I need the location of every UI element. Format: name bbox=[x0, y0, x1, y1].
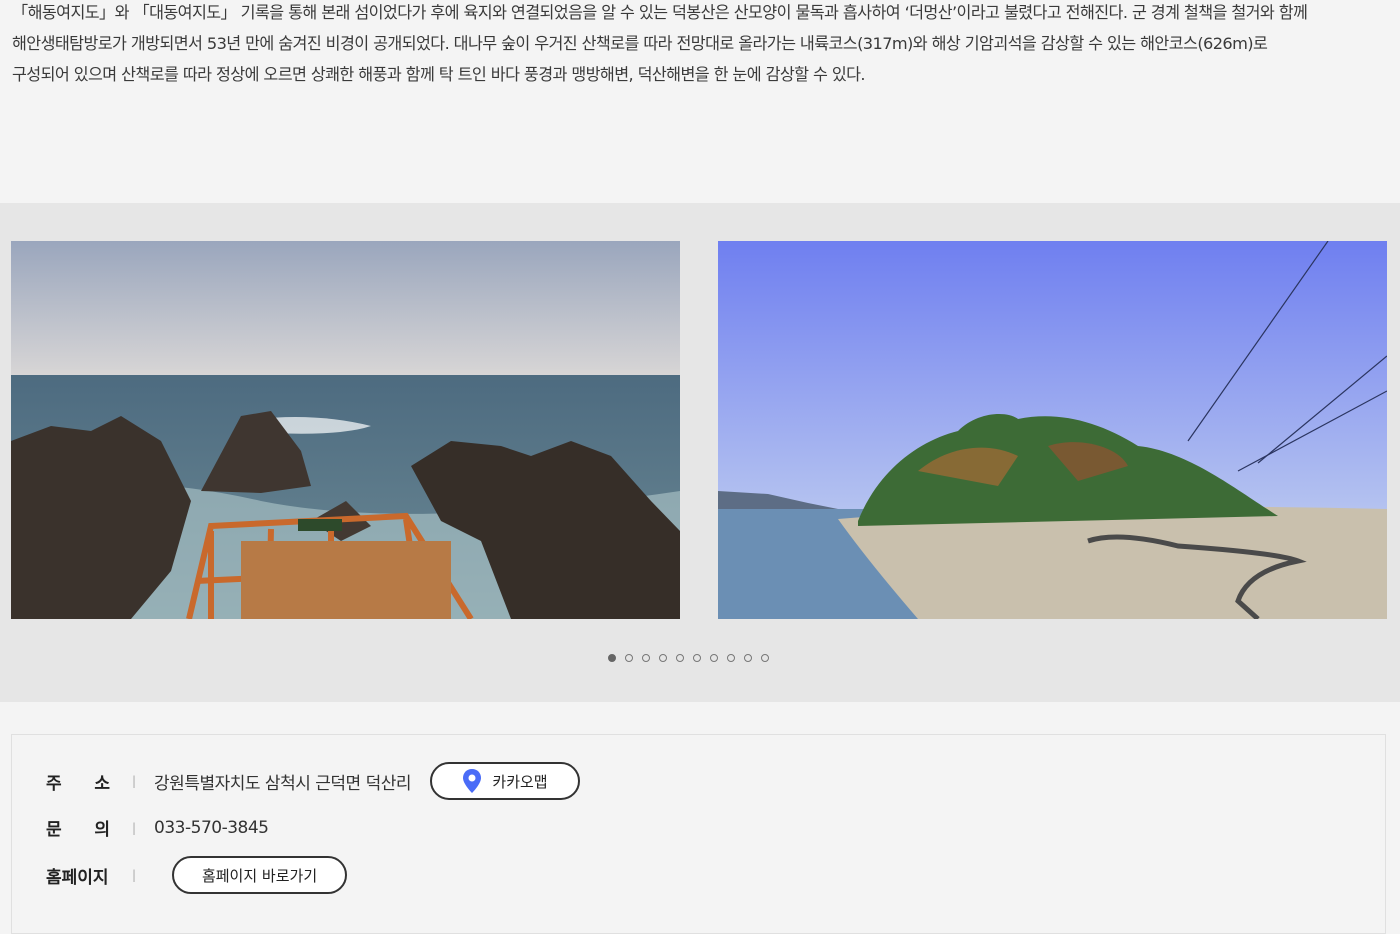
intro-line-2: 해안생태탐방로가 개방되면서 53년 만에 숨겨진 비경이 공개되었다. 대나무… bbox=[12, 34, 1268, 53]
label-separator: | bbox=[132, 868, 137, 882]
gallery-dot-10[interactable] bbox=[761, 654, 769, 662]
photo-gallery bbox=[0, 203, 1400, 702]
gallery-pagination bbox=[608, 654, 769, 662]
intro-line-3: 구성되어 있으며 산책로를 따라 정상에 오르면 상쾌한 해풍과 함께 탁 트인… bbox=[12, 65, 866, 84]
homepage-row: 홈페이지 | 홈페이지 바로가기 bbox=[46, 856, 348, 894]
label-separator: | bbox=[132, 820, 137, 835]
gallery-dot-5[interactable] bbox=[676, 654, 684, 662]
contact-row: 문 의 | 033-570-3845 bbox=[46, 815, 269, 841]
gallery-dot-7[interactable] bbox=[710, 654, 718, 662]
address-value: 강원특별자치도 삼척시 근덕면 덕산리 bbox=[154, 773, 411, 794]
map-pin-icon bbox=[463, 769, 482, 793]
gallery-dot-1[interactable] bbox=[608, 654, 616, 662]
gallery-dot-3[interactable] bbox=[642, 654, 650, 662]
intro-description: 「해동여지도」와 「대동여지도」 기록을 통해 본래 섬이었다가 후에 육지와 … bbox=[12, 0, 1388, 90]
address-label: 주 소 bbox=[46, 769, 110, 794]
gallery-slide-deokbongsan-island[interactable] bbox=[718, 241, 1387, 619]
kakao-map-button-label: 카카오맵 bbox=[492, 772, 548, 791]
gallery-dot-8[interactable] bbox=[727, 654, 735, 662]
homepage-link-button-label: 홈페이지 바로가기 bbox=[201, 866, 318, 885]
gallery-dot-6[interactable] bbox=[693, 654, 701, 662]
info-panel: 주 소 | 강원특별자치도 삼척시 근덕면 덕산리 카카오맵 문 의 | 033… bbox=[11, 734, 1386, 934]
homepage-label: 홈페이지 bbox=[46, 863, 110, 888]
gallery-dot-9[interactable] bbox=[744, 654, 752, 662]
gallery-dot-2[interactable] bbox=[625, 654, 633, 662]
intro-section: 「해동여지도」와 「대동여지도」 기록을 통해 본래 섬이었다가 후에 육지와 … bbox=[0, 0, 1400, 203]
address-label-part-1: 주 bbox=[46, 773, 62, 794]
intro-line-1: 「해동여지도」와 「대동여지도」 기록을 통해 본래 섬이었다가 후에 육지와 … bbox=[12, 3, 1308, 22]
coast-observation-deck-image bbox=[11, 241, 680, 619]
deokbongsan-beach-image bbox=[718, 241, 1387, 619]
address-row: 주 소 | 강원특별자치도 삼척시 근덕면 덕산리 카카오맵 bbox=[46, 762, 580, 800]
homepage-link-button[interactable]: 홈페이지 바로가기 bbox=[172, 856, 348, 894]
gallery-slide-rocky-coast[interactable] bbox=[11, 241, 680, 619]
contact-label: 문 의 bbox=[46, 815, 110, 840]
label-separator: | bbox=[132, 774, 137, 788]
homepage-label-text: 홈페이지 bbox=[46, 867, 109, 888]
contact-label-part-2: 의 bbox=[94, 820, 110, 840]
gallery-dot-4[interactable] bbox=[659, 654, 667, 662]
contact-label-part-1: 문 bbox=[46, 820, 62, 840]
address-label-part-2: 소 bbox=[94, 773, 110, 794]
kakao-map-button[interactable]: 카카오맵 bbox=[430, 762, 580, 800]
contact-phone-value: 033-570-3845 bbox=[154, 817, 269, 838]
